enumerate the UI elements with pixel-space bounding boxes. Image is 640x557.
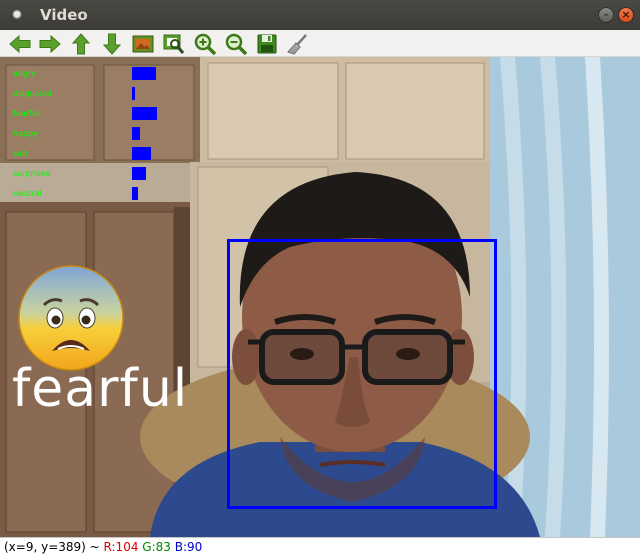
fearful-face-emoji xyxy=(18,265,124,371)
emotion-label-disgusted: disgusted xyxy=(13,89,52,98)
arrow-right-icon[interactable] xyxy=(38,32,62,56)
video-frame[interactable]: angry disgusted fearful happy sad surpri… xyxy=(0,57,640,537)
pixel-green-value: G:83 xyxy=(142,540,171,554)
close-button[interactable]: × xyxy=(618,7,634,23)
face-bounding-box xyxy=(227,239,497,509)
emotion-bar-fearful xyxy=(132,107,157,120)
arrow-down-icon[interactable] xyxy=(100,32,124,56)
emotion-label-happy: happy xyxy=(13,129,38,138)
emotion-label-surprised: surprised xyxy=(13,169,51,178)
save-icon[interactable] xyxy=(255,32,279,56)
pixel-red-value: R:104 xyxy=(103,540,139,554)
detected-emotion-text: fearful xyxy=(12,359,189,419)
arrow-left-icon[interactable] xyxy=(8,32,32,56)
emotion-bar-disgusted xyxy=(132,87,135,100)
window-title: Video xyxy=(40,6,88,24)
emotion-bar-neutral xyxy=(132,187,138,200)
zoom-out-icon[interactable] xyxy=(224,32,248,56)
window-menu-icon[interactable] xyxy=(10,8,24,22)
emotion-bar-happy xyxy=(132,127,140,140)
emotion-label-angry: angry xyxy=(13,69,37,78)
brush-icon[interactable] xyxy=(286,32,310,56)
arrow-up-icon[interactable] xyxy=(69,32,93,56)
image-icon[interactable] xyxy=(131,32,155,56)
minimize-button[interactable]: – xyxy=(598,7,614,23)
emotion-bar-sad xyxy=(132,147,151,160)
toolbar xyxy=(0,30,640,57)
emotion-label-neutral: neutral xyxy=(13,189,42,198)
emotion-label-sad: sad xyxy=(13,149,28,158)
emotion-label-fearful: fearful xyxy=(13,109,40,118)
pixel-blue-value: B:90 xyxy=(174,540,203,554)
image-window: Video – × angry disgusted fearful happy … xyxy=(0,0,640,557)
emotion-bar-angry xyxy=(132,67,156,80)
status-bar: (x=9, y=389) ~ R:104 G:83 B:90 xyxy=(0,537,640,557)
zoom-in-icon[interactable] xyxy=(193,32,217,56)
zoom-fit-icon[interactable] xyxy=(162,32,186,56)
title-bar[interactable]: Video – × xyxy=(0,0,640,30)
emotion-bar-surprised xyxy=(132,167,146,180)
cursor-coordinates: (x=9, y=389) ~ xyxy=(4,540,100,554)
